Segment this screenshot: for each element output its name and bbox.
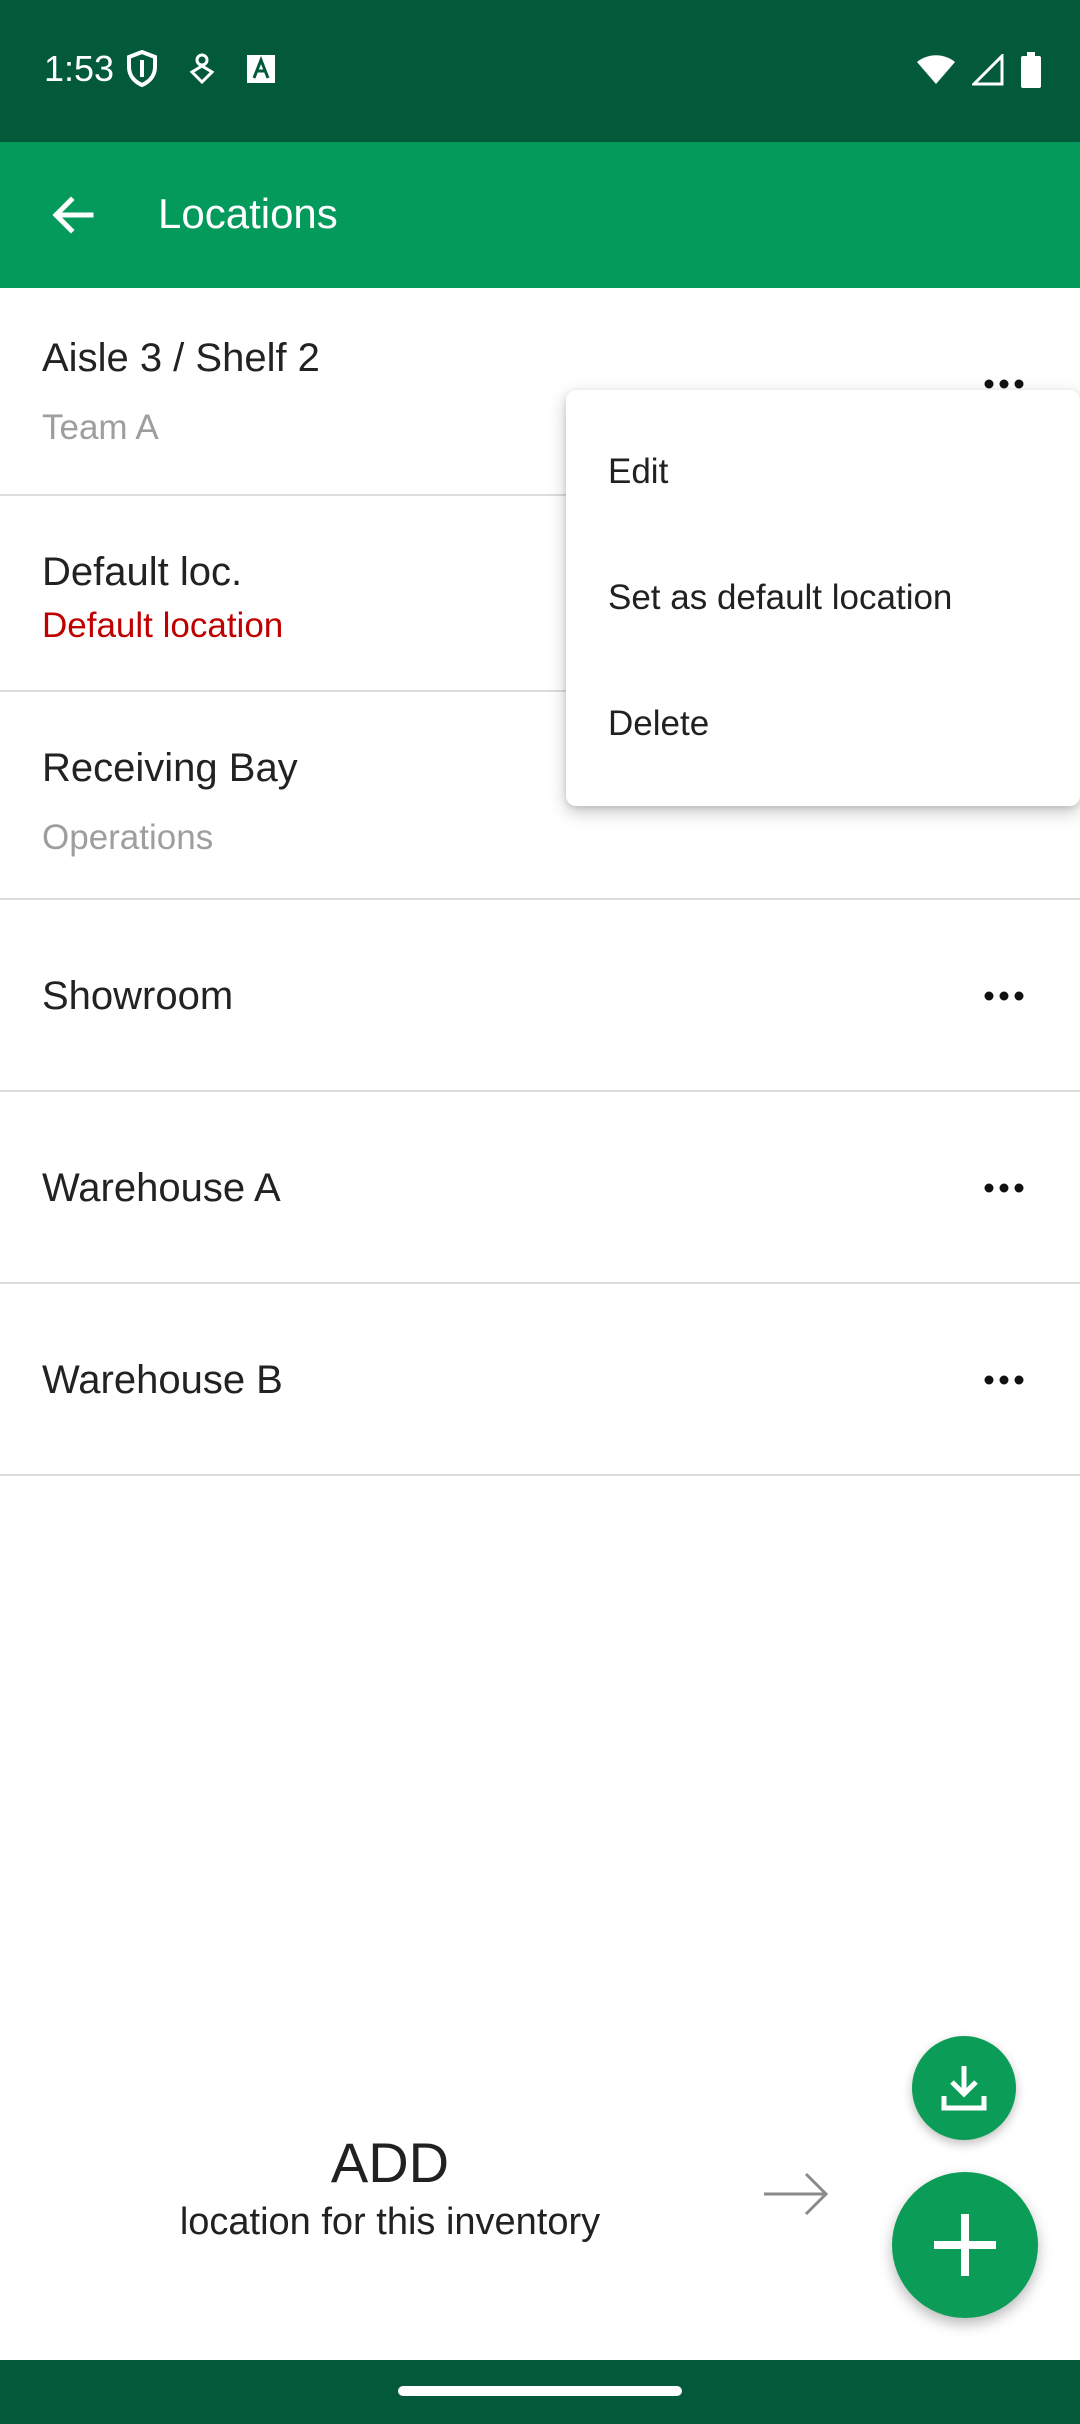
add-location-fab[interactable] <box>892 2172 1038 2318</box>
app-bar: Locations <box>0 142 1080 288</box>
arrow-right-icon <box>764 2172 829 2216</box>
hand-coin-icon <box>189 53 215 85</box>
download-icon <box>941 2066 987 2111</box>
more-options-button[interactable] <box>974 1158 1034 1218</box>
wifi-icon <box>917 55 955 84</box>
menu-item-set-default[interactable]: Set as default location <box>608 578 952 618</box>
more-horizontal-icon <box>984 379 1024 389</box>
home-gesture-handle[interactable] <box>398 2386 682 2396</box>
add-hint-subtitle: location for this inventory <box>179 2201 601 2243</box>
cell-signal-icon <box>972 54 1004 86</box>
more-horizontal-icon <box>984 1375 1024 1385</box>
plus-icon <box>934 2214 996 2276</box>
arrow-left-icon <box>52 196 94 234</box>
back-button[interactable] <box>40 182 106 248</box>
menu-item-delete[interactable]: Delete <box>608 704 709 744</box>
add-hint: ADD location for this inventory <box>120 2130 660 2244</box>
menu-item-edit[interactable]: Edit <box>608 452 668 492</box>
text-a-icon <box>247 55 275 83</box>
more-horizontal-icon <box>984 991 1024 1001</box>
more-horizontal-icon <box>984 1183 1024 1193</box>
battery-icon <box>1021 52 1041 88</box>
location-name: Warehouse A <box>42 1166 281 1210</box>
location-name: Aisle 3 / Shelf 2 <box>42 336 320 380</box>
location-subtitle: Team A <box>42 408 159 447</box>
shield-icon <box>127 50 157 88</box>
location-name: Showroom <box>42 974 234 1018</box>
status-bar: 1:53 <box>0 0 1080 142</box>
list-item[interactable]: Warehouse B <box>0 1284 1080 1476</box>
location-name: Default loc. <box>42 550 243 594</box>
location-name: Receiving Bay <box>42 746 298 790</box>
more-options-button[interactable] <box>974 966 1034 1026</box>
location-subtitle: Operations <box>42 818 214 857</box>
page-title: Locations <box>158 190 338 237</box>
more-options-button[interactable] <box>974 1350 1034 1410</box>
status-time: 1:53 <box>44 48 115 89</box>
system-nav-bar <box>0 2360 1080 2424</box>
list-item[interactable]: Warehouse A <box>0 1092 1080 1284</box>
context-menu: Edit Set as default location Delete <box>566 390 1080 806</box>
default-location-badge: Default location <box>42 606 284 645</box>
list-item[interactable]: Showroom <box>0 900 1080 1092</box>
location-name: Warehouse B <box>42 1358 283 1402</box>
add-hint-title: ADD <box>330 2131 450 2194</box>
import-fab[interactable] <box>912 2036 1016 2140</box>
